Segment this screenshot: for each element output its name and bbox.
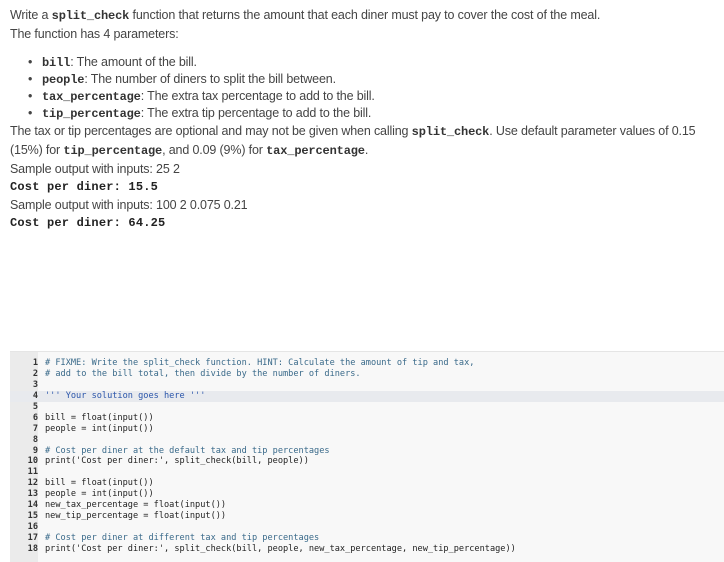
- code-text[interactable]: people = int(input()): [45, 424, 154, 435]
- sample2-output: Cost per diner: 64.25: [10, 216, 166, 230]
- line-number: 9: [32, 445, 38, 456]
- param-desc: : The amount of the bill.: [70, 55, 197, 69]
- code-text[interactable]: ''' Your solution goes here ''': [45, 391, 205, 402]
- bullet-icon: •: [28, 106, 33, 120]
- code-line[interactable]: 15 new_tip_percentage = float(input()): [10, 511, 724, 522]
- code-line[interactable]: 12 bill = float(input()): [10, 478, 724, 489]
- line-number: 1: [32, 358, 38, 368]
- optional-part: , and 0.09 (9%) for: [162, 143, 267, 157]
- line-number: 10: [27, 456, 38, 467]
- line-number: 2: [32, 368, 38, 379]
- param-desc: : The extra tip percentage to add to the…: [140, 106, 372, 120]
- code-line[interactable]: 16: [10, 522, 724, 533]
- code-line[interactable]: 7 people = int(input()): [10, 424, 724, 435]
- sample1-label: Sample output with inputs: 25 2: [10, 162, 180, 176]
- intro-function-name: split_check: [51, 9, 130, 23]
- line-number: 14: [27, 500, 38, 511]
- code-text[interactable]: # add to the bill total, then divide by …: [45, 369, 361, 380]
- param-list: • bill: The amount of the bill. • people: …: [10, 54, 722, 122]
- param-item-bill: • bill: The amount of the bill.: [28, 54, 722, 71]
- code-line[interactable]: 9 # Cost per diner at the default tax and…: [10, 446, 724, 457]
- line-number: 16: [27, 522, 38, 533]
- line-number: 13: [27, 489, 38, 500]
- code-text[interactable]: # Cost per diner at different tax and ti…: [45, 533, 319, 544]
- code-line[interactable]: 18 print('Cost per diner:', split_check(b…: [10, 544, 724, 555]
- sample1-output: Cost per diner: 15.5: [10, 180, 159, 194]
- code-text[interactable]: new_tax_percentage = float(input()): [45, 500, 226, 511]
- param-desc: : The number of diners to split the bill…: [84, 72, 336, 86]
- intro-prefix: Write a: [10, 8, 52, 22]
- code-line[interactable]: 10 print('Cost per diner:', split_check(b…: [10, 456, 724, 467]
- line-number: 4: [32, 390, 38, 401]
- line-number: 5: [32, 401, 38, 412]
- code-line[interactable]: 2 # add to the bill total, then divide by…: [10, 369, 724, 380]
- param-name: people: [42, 73, 85, 87]
- code-line-active[interactable]: 4 ''' Your solution goes here ''': [10, 390, 724, 402]
- code-text[interactable]: # FIXME: Write the split_check function.…: [45, 358, 474, 369]
- sample2-label: Sample output with inputs: 100 2 0.075 0…: [10, 198, 248, 212]
- line-number: 3: [32, 379, 38, 390]
- code-text[interactable]: # Cost per diner at the default tax and …: [45, 446, 330, 457]
- optional-code: tip_percentage: [63, 144, 163, 158]
- param-item-people: • people: The number of diners to split t…: [28, 71, 722, 88]
- param-item-tip-percentage: • tip_percentage: The extra tip percentag…: [28, 105, 722, 122]
- line-number: 15: [27, 511, 38, 522]
- bullet-icon: •: [28, 72, 33, 86]
- line-number: 17: [27, 533, 38, 543]
- code-text[interactable]: bill = float(input()): [45, 413, 154, 424]
- optional-text: The tax or tip percentages are optional …: [10, 122, 722, 160]
- bullet-icon: •: [28, 89, 33, 103]
- code-line[interactable]: 11: [10, 467, 724, 478]
- optional-code: split_check: [411, 125, 490, 139]
- optional-part: The tax or tip percentages are optional …: [10, 124, 412, 138]
- code-line[interactable]: 13 people = int(input()): [10, 489, 724, 500]
- code-text[interactable]: bill = float(input()): [45, 478, 154, 489]
- code-line[interactable]: 5: [10, 402, 724, 413]
- line-number: 6: [32, 412, 38, 423]
- param-name: bill: [42, 56, 71, 70]
- params-heading: The function has 4 parameters:: [10, 27, 179, 41]
- instructions-panel: Write a split_check function that return…: [10, 6, 722, 232]
- line-number: 18: [27, 543, 38, 554]
- intro-text: Write a split_check function that return…: [10, 6, 722, 25]
- code-line[interactable]: 17 # Cost per diner at different tax and …: [10, 533, 724, 544]
- code-text[interactable]: people = int(input()): [45, 489, 154, 500]
- code-line[interactable]: 14 new_tax_percentage = float(input()): [10, 500, 724, 511]
- bullet-icon: •: [28, 55, 33, 69]
- line-number: 11: [27, 467, 38, 478]
- code-text[interactable]: print('Cost per diner:', split_check(bil…: [45, 544, 516, 555]
- code-text[interactable]: print('Cost per diner:', split_check(bil…: [45, 456, 309, 467]
- code-line[interactable]: 8: [10, 435, 724, 446]
- code-editor[interactable]: 1 # FIXME: Write the split_check function…: [10, 351, 724, 562]
- line-number: 8: [32, 434, 38, 445]
- code-line[interactable]: 3: [10, 380, 724, 391]
- code-text[interactable]: new_tip_percentage = float(input()): [45, 511, 226, 522]
- code-lines[interactable]: 1 # FIXME: Write the split_check function…: [10, 358, 724, 555]
- code-line[interactable]: 1 # FIXME: Write the split_check function…: [10, 358, 724, 369]
- param-name: tip_percentage: [42, 107, 141, 121]
- line-number: 12: [27, 478, 38, 489]
- param-item-tax-percentage: • tax_percentage: The extra tax percentag…: [28, 88, 722, 105]
- code-line[interactable]: 6 bill = float(input()): [10, 413, 724, 424]
- optional-part: .: [364, 143, 369, 157]
- param-desc: : The extra tax percentage to add to the…: [140, 89, 375, 103]
- line-number: 7: [32, 423, 38, 434]
- optional-code: tax_percentage: [266, 144, 365, 158]
- param-name: tax_percentage: [42, 90, 141, 104]
- intro-suffix: function that returns the amount that ea…: [129, 8, 601, 22]
